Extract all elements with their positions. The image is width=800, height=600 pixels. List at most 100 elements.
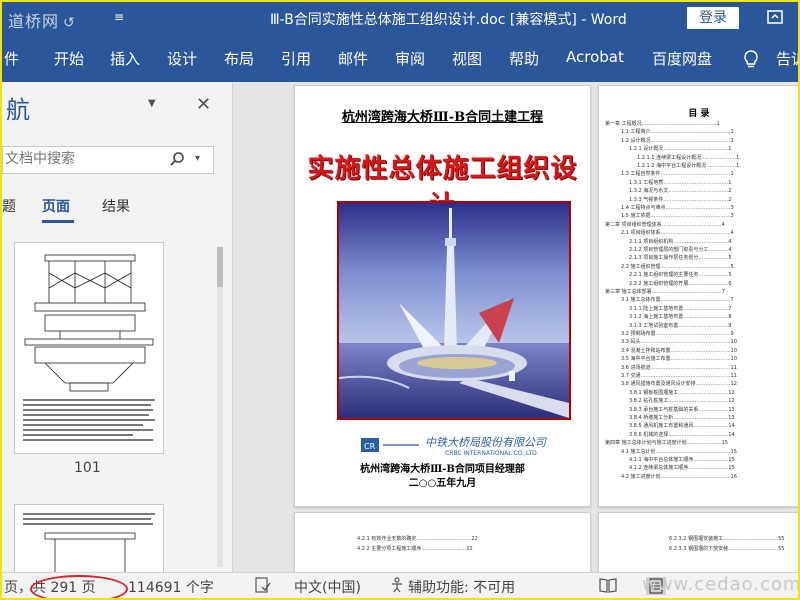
- toc-entry[interactable]: 2.2.2 施工组织管理的开展……………………6: [629, 280, 732, 287]
- toc-entry[interactable]: 3.6 进场航道…………………………………………11: [621, 364, 737, 371]
- toc-entry[interactable]: 3.7 交通………………………………………………11: [621, 372, 737, 379]
- toc-entry[interactable]: 3.5 海中平台施工布置………………………………10: [621, 355, 737, 362]
- toc-entry[interactable]: 第二章 项目组织管理体系………………………………4: [605, 221, 725, 228]
- toc-entry[interactable]: 2.1.2 项目管理层的部门职责与分工…………4: [629, 246, 732, 253]
- accessibility-icon[interactable]: [388, 576, 406, 598]
- nav-search-box[interactable]: ▾: [2, 146, 214, 174]
- toc-entry[interactable]: 3.8.2 钻孔桩施工………………………………12: [629, 397, 735, 404]
- toc-entry[interactable]: 3.8.3 承台施工与桩基础的关系………………13: [629, 406, 735, 413]
- proofing-icon[interactable]: [254, 576, 272, 598]
- toc-entry[interactable]: 1.3.3 气候条件…………………………………2: [629, 196, 732, 203]
- document-canvas[interactable]: 杭州湾跨海大桥Ⅲ-B合同土建工程 实施性总体施工组织设计: [233, 82, 798, 584]
- toc-entry[interactable]: 3.8 通风措施布置及通风设计安排…………………12: [621, 380, 737, 387]
- toc-entry[interactable]: 1.1 工程简介…………………………………………1: [621, 128, 734, 135]
- title-bar: 道桥网 ↺ ≡ Ⅲ-B合同实施性总体施工组织设计.doc [兼容模式] - Wor…: [2, 2, 798, 34]
- tab-acrobat[interactable]: Acrobat: [566, 48, 624, 66]
- thumbnail-page-number: 101: [74, 460, 101, 476]
- tab-references[interactable]: 引用: [281, 48, 311, 69]
- nav-pane-scrollbar[interactable]: [214, 247, 226, 567]
- lightbulb-icon[interactable]: [740, 48, 762, 70]
- toc-entry[interactable]: 3.3 码头………………………………………………10: [621, 338, 737, 345]
- search-icon[interactable]: [169, 151, 185, 167]
- toc-entry[interactable]: 4.2 施工进度计划……………………………………16: [621, 473, 737, 480]
- login-button[interactable]: 登录: [687, 7, 739, 29]
- toc-entry[interactable]: 4.1.1 海中平台总体施工顺序…………………15: [629, 456, 735, 463]
- toc-entry[interactable]: 4.1.2 连续梁总体施工顺序……………………15: [629, 464, 735, 471]
- company-name: 中铁大桥局股份有限公司: [425, 436, 546, 449]
- toc-entry[interactable]: 3.2 预制场布置………………………………………9: [621, 330, 734, 337]
- toc-entry[interactable]: 3.8.5 通风机施工布置和通风…………………14: [629, 422, 735, 429]
- toc-entry[interactable]: 2.2 施工组织管理……………………………………5: [621, 263, 734, 270]
- bridge-tower-photo: [337, 201, 571, 420]
- tab-insert[interactable]: 插入: [110, 48, 140, 69]
- tab-file[interactable]: 件: [4, 48, 19, 69]
- toc-entry[interactable]: 3.1.3 工地试验室布置…………………………9: [629, 322, 732, 329]
- tab-view[interactable]: 视图: [452, 48, 482, 69]
- watermark-url: www.cedao.com: [642, 574, 800, 595]
- ribbon-display-options-icon[interactable]: [766, 8, 784, 26]
- status-bar: 页，共 291 页 114691 个字 中文(中国) 辅助功能: 不可用 www…: [2, 572, 800, 598]
- nav-tab-pages[interactable]: 页面: [42, 196, 70, 216]
- navigation-pane: 航 ▼ ✕ ▾ 题 页面 结果: [2, 82, 233, 576]
- toc-entry[interactable]: 第一章 工程概况………………………………………1: [605, 120, 720, 127]
- highlight-oval: [30, 575, 128, 598]
- toc-entry[interactable]: 2.1.1 项目组织机构……………………………4: [629, 238, 732, 245]
- nav-search-input[interactable]: [3, 147, 165, 171]
- document-title: Ⅲ-B合同实施性总体施工组织设计.doc [兼容模式] - Word: [270, 12, 627, 28]
- toc-entry[interactable]: 1.2 设计概况…………………………………………1: [621, 137, 734, 144]
- toc-entry[interactable]: 第四章 施工总体计划与施工进度计划…………………15: [605, 439, 728, 446]
- toc-entry[interactable]: 3.1.1 陆上施工基地布置………………………7: [629, 305, 732, 312]
- toc-entry[interactable]: 1.2.1.2 海中平台工程设计概况………………1: [637, 162, 739, 169]
- accessibility-status[interactable]: 辅助功能: 不可用: [408, 577, 515, 597]
- toc-entry[interactable]: 1.4 工程特点与难点…………………………………3: [621, 204, 734, 211]
- project-department: 杭州湾跨海大桥Ⅲ-B合同项目经理部: [360, 464, 525, 475]
- toc-entry[interactable]: 3.8.4 桥墩施工分析……………………………13: [629, 414, 735, 421]
- lower-right-line: 6.2.3.3 钢围堰的下放安装…………………………55: [669, 546, 785, 552]
- tab-mailings[interactable]: 邮件: [338, 48, 368, 69]
- page-thumbnail-101[interactable]: [14, 242, 164, 454]
- cover-heading: 杭州湾跨海大桥Ⅲ-B合同土建工程: [341, 110, 544, 125]
- toc-entry[interactable]: 第三章 施工总体部署……………………………………7: [605, 288, 725, 295]
- lower-right-line: 6.2.3.2 钢围堰安装施工……………………………55: [669, 536, 785, 542]
- toc-page: 目 录 第一章 工程概况………………………………………1 1.1 工程简介……………: [598, 85, 798, 507]
- page-thumbnail-102[interactable]: [14, 504, 164, 576]
- cover-page: 杭州湾跨海大桥Ⅲ-B合同土建工程 实施性总体施工组织设计: [294, 85, 591, 507]
- nav-tab-headings[interactable]: 题: [2, 196, 16, 216]
- toc-entry[interactable]: 1.3.1 工程地质…………………………………1: [629, 179, 732, 186]
- toc-entry[interactable]: 2.1.3 项目施工操作层任务划分………………5: [629, 254, 732, 261]
- quick-access-dropdown[interactable]: ≡: [114, 10, 124, 24]
- toc-entry[interactable]: 3.4 混凝土拌和站布置………………………………10: [621, 347, 737, 354]
- toc-entry[interactable]: 3.8.6 机械的选择………………………………14: [629, 431, 735, 438]
- word-count[interactable]: 114691 个字: [128, 577, 214, 597]
- toc-entry[interactable]: 3.8.1 钢板桩围堰施工…………………………12: [629, 389, 735, 396]
- toc-entry[interactable]: 4.1 施工总计划………………………………………15: [621, 448, 737, 455]
- toc-entry[interactable]: 1.5 施工依据…………………………………………3: [621, 212, 734, 219]
- close-icon[interactable]: ✕: [196, 94, 211, 115]
- tab-layout[interactable]: 布局: [224, 48, 254, 69]
- lower-left-line: 4.2.1 有效作业天数的确定……………………………22: [357, 536, 478, 542]
- read-mode-icon[interactable]: [599, 577, 617, 597]
- tab-tell-me[interactable]: 告诉: [776, 48, 798, 69]
- svg-text:CR: CR: [364, 442, 376, 451]
- nav-options-chevron-icon[interactable]: ▼: [148, 98, 156, 109]
- toc-entry[interactable]: 3.1.2 海上施工基地布置………………………8: [629, 313, 732, 320]
- toc-entry[interactable]: 1.3 工程自然条件……………………………………1: [621, 170, 734, 177]
- undo-icon[interactable]: ↺: [63, 15, 76, 31]
- toc-entry[interactable]: 1.3.2 海况与水文………………………………2: [629, 187, 732, 194]
- toc-entry[interactable]: 2.1 项目组织体系……………………………………4: [621, 229, 734, 236]
- lower-left-line: 4.2.2 主要分项工程施工顺序………………………22: [357, 546, 473, 552]
- tab-help[interactable]: 帮助: [509, 48, 539, 69]
- tab-review[interactable]: 审阅: [395, 48, 425, 69]
- nav-tab-results[interactable]: 结果: [102, 196, 130, 216]
- toc-entry[interactable]: 1.2.1 设计概况…………………………………1: [629, 145, 732, 152]
- ribbon-tabs: 件 开始 插入 设计 布局 引用 邮件 审阅 视图 帮助 Acrobat 百度网…: [2, 34, 798, 82]
- tab-home[interactable]: 开始: [54, 48, 84, 69]
- toc-entry[interactable]: 3.1 施工总体布置……………………………………7: [621, 296, 734, 303]
- tab-baidu-netdisk[interactable]: 百度网盘: [652, 48, 712, 69]
- toc-entry[interactable]: 2.2.1 施工组织管理的主要任务………………5: [629, 271, 732, 278]
- toc-entry[interactable]: 1.2.1.1 连续梁工程设计概况…………………1: [637, 154, 739, 161]
- nav-pane-title: 航: [6, 96, 30, 124]
- tab-design[interactable]: 设计: [167, 48, 197, 69]
- search-options-chevron-icon[interactable]: ▾: [195, 153, 200, 164]
- language[interactable]: 中文(中国): [294, 577, 361, 597]
